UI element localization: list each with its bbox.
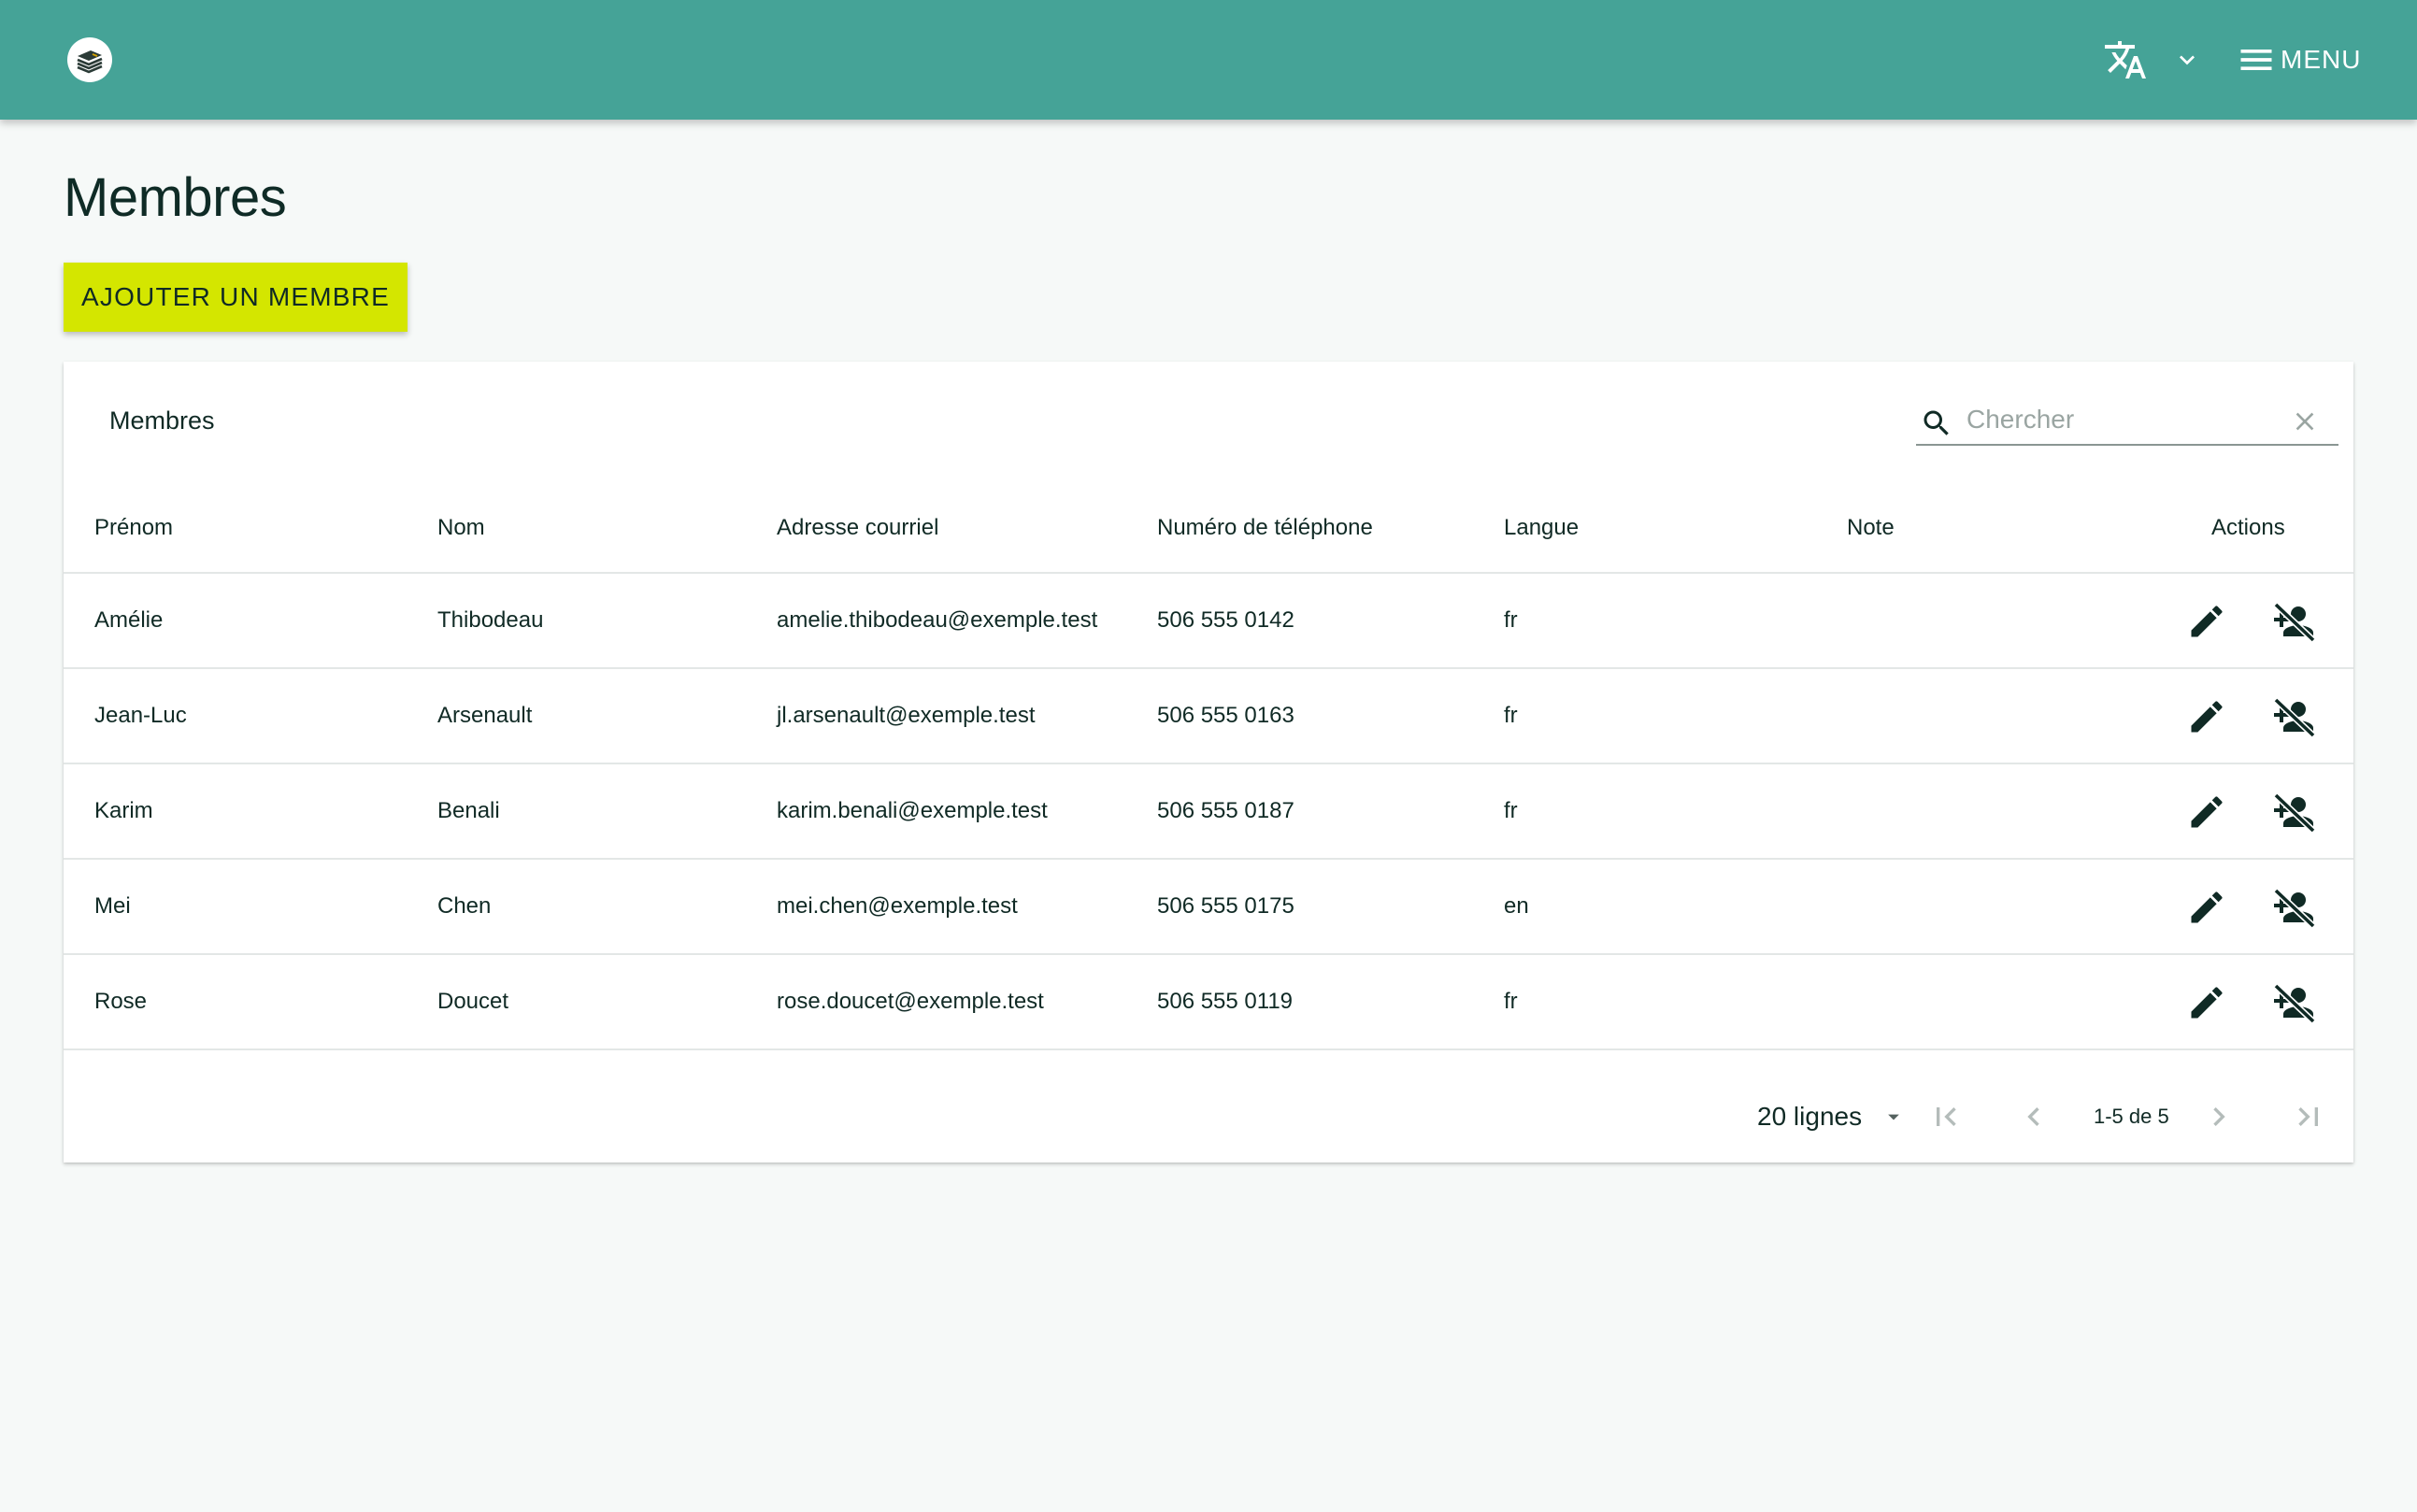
cell-langue: fr [1504,607,1518,633]
column-header-actions: Actions [2211,515,2285,540]
table-row: Karim Benali karim.benali@exemple.test 5… [64,764,2353,860]
cell-courriel: karim.benali@exemple.test [777,798,1048,823]
cell-prenom: Mei [94,893,131,919]
language-button[interactable] [2101,36,2150,84]
first-page-button[interactable] [1924,1094,1968,1139]
column-header-langue[interactable]: Langue [1504,483,1579,572]
table-header: Prénom Nom Adresse courriel Numéro de té… [64,483,2353,574]
previous-page-button[interactable] [2011,1094,2056,1139]
edit-member-button[interactable] [2183,979,2230,1026]
cell-courriel: jl.arsenault@exemple.test [777,703,1036,728]
cell-nom: Chen [437,893,492,919]
remove-member-button[interactable] [2271,979,2318,1026]
dropdown-arrow-icon [1888,1114,1899,1120]
menu-button[interactable]: MENU [2236,34,2361,86]
edit-member-button[interactable] [2183,693,2230,740]
add-member-button[interactable]: AJOUTER UN MEMBRE [64,263,408,332]
person-remove-icon [2273,983,2316,1024]
app-bar: MENU [0,0,2417,120]
cell-prenom: Jean-Luc [94,703,187,728]
column-header-nom[interactable]: Nom [437,483,485,572]
cell-courriel: rose.doucet@exemple.test [777,989,1044,1014]
cell-nom: Arsenault [437,703,533,728]
rows-per-page-select[interactable]: 20 lignes [1757,1092,1907,1141]
pencil-icon [2191,796,2223,828]
cell-langue: en [1504,893,1529,919]
first-page-icon [1937,1107,1956,1126]
pencil-icon [2191,892,2223,923]
page-range: 1-5 de 5 [2094,1105,2169,1128]
table-title: Membres [109,407,215,435]
members-table-card: Membres Prénom Nom Adresse courriel Numé… [64,362,2353,1163]
search-icon [1924,410,1949,435]
cell-courriel: amelie.thibodeau@exemple.test [777,607,1098,633]
person-remove-icon [2273,697,2316,738]
cell-nom: Thibodeau [437,607,544,633]
edit-member-button[interactable] [2183,789,2230,835]
remove-member-button[interactable] [2271,598,2318,645]
pagination: 20 lignes 1-5 de 5 [64,1072,2353,1163]
cell-prenom: Amélie [94,607,164,633]
close-icon[interactable] [2290,407,2320,436]
chevron-left-icon [2027,1107,2039,1126]
hamburger-icon [2240,50,2272,70]
cell-nom: Doucet [437,989,509,1014]
person-remove-icon [2273,792,2316,834]
chevron-right-icon [2213,1107,2225,1126]
column-header-courriel[interactable]: Adresse courriel [777,483,938,572]
cell-langue: fr [1504,989,1518,1014]
person-remove-icon [2273,888,2316,929]
remove-member-button[interactable] [2271,789,2318,835]
search-input[interactable] [1966,401,2275,438]
cell-telephone: 506 555 0175 [1157,893,1294,919]
table-row: Amélie Thibodeau amelie.thibodeau@exempl… [64,574,2353,669]
app-logo[interactable] [67,37,112,82]
cell-prenom: Karim [94,798,153,823]
cell-langue: fr [1504,798,1518,823]
cell-courriel: mei.chen@exemple.test [777,893,1018,919]
person-remove-icon [2273,602,2316,643]
cell-telephone: 506 555 0119 [1157,989,1294,1014]
rows-per-page-value: 20 lignes [1757,1102,1863,1131]
column-header-prenom[interactable]: Prénom [94,483,173,572]
table-row: Mei Chen mei.chen@exemple.test 506 555 0… [64,860,2353,955]
language-dropdown-toggle[interactable] [2170,43,2204,77]
last-page-icon [2298,1107,2318,1126]
cell-telephone: 506 555 0142 [1157,607,1294,633]
books-logo-icon [77,50,103,74]
translate-icon [2105,41,2146,78]
column-header-note[interactable]: Note [1847,483,1895,572]
cell-nom: Benali [437,798,500,823]
table-row: Jean-Luc Arsenault jl.arsenault@exemple.… [64,669,2353,764]
cell-langue: fr [1504,703,1518,728]
menu-label: MENU [2281,45,2362,74]
page-title: Membres [64,167,287,228]
edit-member-button[interactable] [2183,598,2230,645]
pencil-icon [2191,606,2223,637]
next-page-button[interactable] [2196,1094,2241,1139]
cell-telephone: 506 555 0163 [1157,703,1294,728]
table-row: Rose Doucet rose.doucet@exemple.test 506… [64,955,2353,1050]
pencil-icon [2191,987,2223,1019]
chevron-down-icon [2180,55,2195,65]
cell-telephone: 506 555 0187 [1157,798,1294,823]
cell-prenom: Rose [94,989,148,1014]
remove-member-button[interactable] [2271,884,2318,931]
search-field [1916,397,2338,446]
column-header-telephone[interactable]: Numéro de téléphone [1157,483,1373,572]
remove-member-button[interactable] [2271,693,2318,740]
edit-member-button[interactable] [2183,884,2230,931]
pencil-icon [2191,701,2223,733]
last-page-button[interactable] [2286,1094,2331,1139]
